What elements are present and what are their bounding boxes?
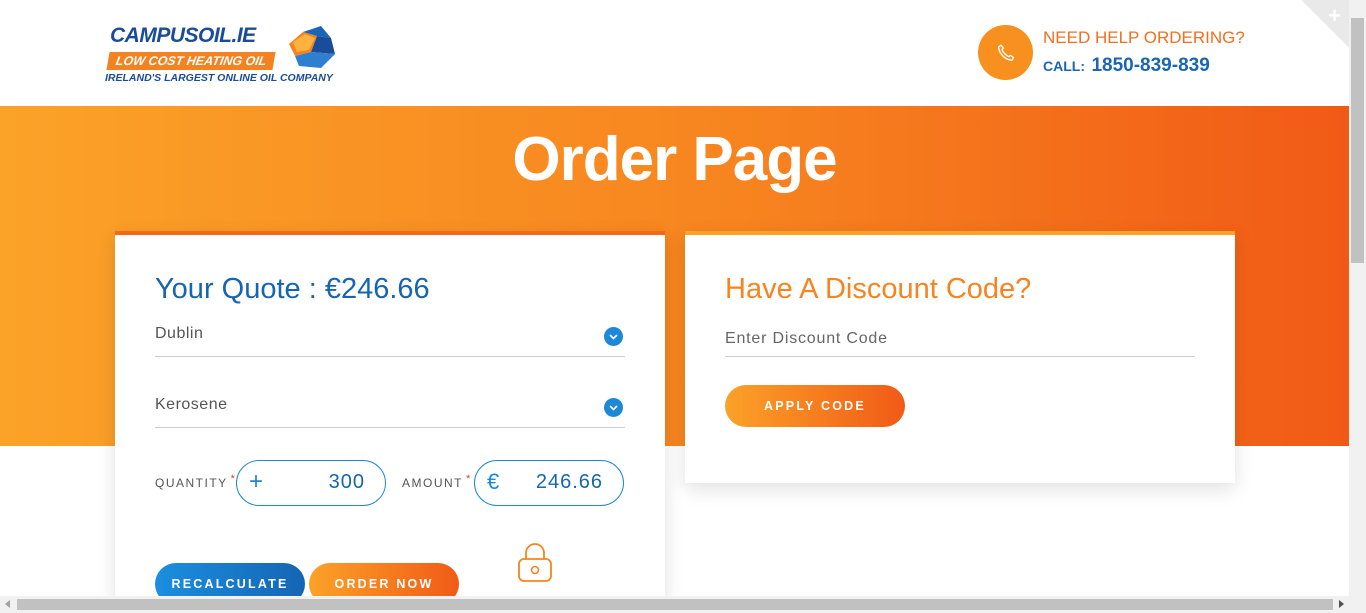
help-title: NEED HELP ORDERING? bbox=[1043, 28, 1245, 47]
quantity-label: QUANTITY * bbox=[155, 473, 237, 490]
logo-tagline: LOW COST HEATING OIL bbox=[106, 52, 277, 70]
order-page: CAMPUSOIL.IE LOW COST HEATING OIL IRELAN… bbox=[0, 0, 1366, 613]
flame-icon bbox=[289, 26, 335, 68]
logo-brand-prefix: CAMPUS bbox=[110, 24, 199, 47]
quote-title: Your Quote : €246.66 bbox=[155, 273, 430, 305]
fuel-type-select[interactable]: Kerosene bbox=[155, 388, 625, 428]
quantity-value: 300 bbox=[328, 471, 365, 493]
euro-icon: € bbox=[487, 469, 500, 494]
corner-fold[interactable] bbox=[1301, 0, 1349, 48]
plus-icon[interactable]: + bbox=[249, 470, 263, 494]
quantity-stepper[interactable]: + 300 bbox=[236, 460, 386, 506]
apply-code-button[interactable]: APPLY CODE bbox=[725, 385, 905, 427]
amount-value: 246.66 bbox=[535, 471, 603, 493]
plus-icon[interactable]: + bbox=[1328, 3, 1341, 29]
vertical-scrollbar[interactable] bbox=[1349, 0, 1366, 596]
phone-button[interactable] bbox=[978, 25, 1033, 80]
logo-subtitle: IRELAND'S LARGEST ONLINE OIL COMPANY bbox=[105, 72, 333, 84]
county-select[interactable]: Dublin bbox=[155, 317, 625, 357]
phone-icon bbox=[997, 44, 1014, 61]
call-label: CALL: bbox=[1043, 58, 1085, 74]
horizontal-scrollbar[interactable] bbox=[0, 596, 1366, 613]
discount-code-input[interactable]: Enter Discount Code bbox=[725, 325, 1195, 357]
scroll-left-arrow-icon[interactable] bbox=[5, 600, 10, 608]
discount-title: Have A Discount Code? bbox=[725, 273, 1032, 305]
logo-brand-suffix: OIL.IE bbox=[198, 24, 256, 47]
discount-code-placeholder: Enter Discount Code bbox=[725, 330, 888, 347]
amount-label: AMOUNT * bbox=[402, 473, 472, 490]
help-ordering: NEED HELP ORDERING? CALL: 1850-839-839 bbox=[978, 24, 1278, 80]
county-value: Dublin bbox=[155, 325, 204, 342]
scroll-right-arrow-icon[interactable] bbox=[1339, 600, 1344, 608]
vertical-scrollbar-thumb[interactable] bbox=[1351, 18, 1364, 263]
chevron-down-icon bbox=[604, 327, 623, 346]
fuel-type-value: Kerosene bbox=[155, 396, 228, 413]
site-header: CAMPUSOIL.IE LOW COST HEATING OIL IRELAN… bbox=[0, 0, 1349, 106]
lock-icon bbox=[518, 543, 552, 582]
amount-field[interactable]: € 246.66 bbox=[474, 460, 624, 506]
campusoil-logo[interactable]: CAMPUSOIL.IE LOW COST HEATING OIL IRELAN… bbox=[105, 22, 340, 88]
quote-card: Your Quote : €246.66 Dublin Kerosene QUA… bbox=[115, 231, 665, 605]
horizontal-scrollbar-thumb[interactable] bbox=[17, 599, 1333, 610]
chevron-down-icon bbox=[604, 398, 623, 417]
discount-card: Have A Discount Code? Enter Discount Cod… bbox=[685, 231, 1235, 483]
page-title: Order Page bbox=[512, 125, 837, 194]
required-mark: * bbox=[466, 473, 472, 485]
phone-number-link[interactable]: 1850-839-839 bbox=[1091, 55, 1209, 76]
